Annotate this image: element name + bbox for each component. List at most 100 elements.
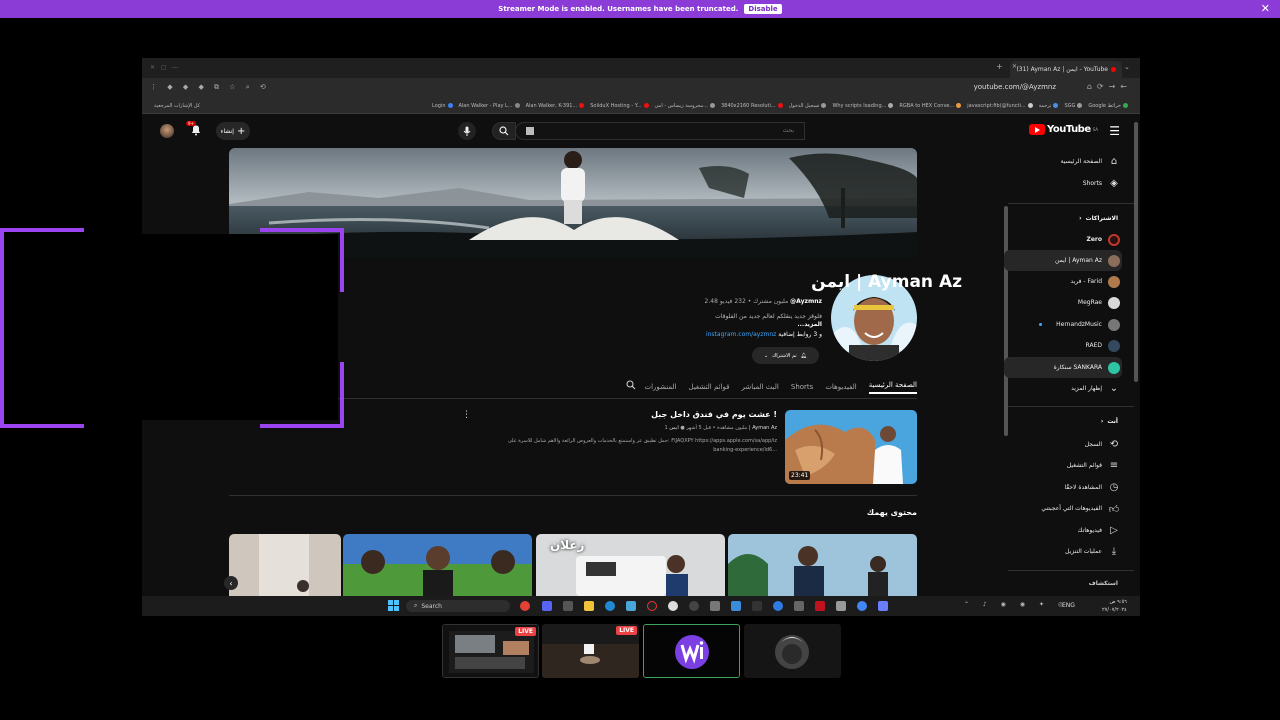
stream-thumbnail-2[interactable]: LIVE	[542, 624, 639, 678]
sidebar-item-shorts[interactable]: Shorts ◈	[1004, 173, 1122, 194]
stream-thumbnail-4[interactable]	[744, 624, 841, 678]
mic-button[interactable]	[458, 122, 476, 140]
app-icon[interactable]	[710, 601, 720, 611]
app-icon[interactable]	[689, 601, 699, 611]
app-icon[interactable]	[878, 601, 888, 611]
sidebar-sub-megrae[interactable]: MegRae	[1004, 292, 1122, 313]
app-icon[interactable]	[773, 601, 783, 611]
subscribed-button[interactable]: ⌄ تم الاشتراك 🔔︎	[752, 347, 819, 364]
stream-thumbnail-1[interactable]: LIVE	[442, 624, 539, 678]
featured-video-meta: 1 مليون مشاهدة • قبل 5 أشهر ● ايمن | Aym…	[664, 425, 777, 431]
keyboard-icon[interactable]	[526, 127, 534, 135]
sidebar-item-home[interactable]: الصفحة الرئيسية ⌂	[1004, 151, 1122, 172]
subscriptions-header[interactable]: › الاشتراكات	[1079, 215, 1118, 222]
app-icon[interactable]	[794, 601, 804, 611]
app-icon[interactable]	[815, 601, 825, 611]
sidebar-show-more[interactable]: إظهار المزيد ⌄	[1004, 378, 1122, 399]
stream-thumbnail-3[interactable]	[643, 624, 740, 678]
sidebar-sub-ayman[interactable]: ايمن | Ayman Az	[1004, 250, 1122, 271]
sidebar-item-playlists[interactable]: قوائم التشغيل ≡	[1004, 455, 1122, 476]
extension-icons[interactable]: ⋮ ◆ ◆ ◆ ⧉ ☆ ⌕ ⟲	[150, 83, 270, 92]
obs-icon[interactable]	[647, 601, 657, 611]
app-icon[interactable]	[563, 601, 573, 611]
bookmark-item[interactable]: تسجيل الدخول	[789, 103, 827, 109]
sidebar-item-history[interactable]: السجل ⟲	[1004, 434, 1122, 455]
tab-live[interactable]: البث المباشر	[741, 383, 778, 391]
windows-start-icon[interactable]	[388, 600, 399, 611]
url-field[interactable]: youtube.com/@Ayzmnz	[974, 83, 1056, 91]
sidebar-sub-farid[interactable]: فريد - Farid	[1004, 271, 1122, 292]
sidebar-scrollbar[interactable]	[1134, 122, 1138, 382]
bookmark-item[interactable]: Alan Walker - Play L...	[459, 103, 520, 109]
language-indicator[interactable]: ENG	[1062, 602, 1075, 609]
channel-handle: @Ayzmnz	[790, 298, 822, 305]
shelf-video-4[interactable]	[728, 534, 917, 596]
you-header[interactable]: › أنت	[1101, 418, 1118, 425]
clock[interactable]: ٩:٥٦ ص ٢٧/٠٧/٢٠٢٤	[1102, 598, 1127, 614]
featured-video-title[interactable]: عشت يوم في فندق داخل جبل !	[651, 410, 777, 419]
description-more-link[interactable]: ...المزيد	[797, 321, 822, 328]
chrome-icon[interactable]	[520, 601, 530, 611]
sidebar-item-watch-later[interactable]: المشاهدة لاحقًا ◷	[1004, 477, 1122, 498]
tab-shorts[interactable]: Shorts	[791, 383, 813, 391]
shelf-video-1[interactable]	[229, 534, 341, 596]
taskbar-search[interactable]: ⌕ Search	[406, 600, 510, 612]
tab-posts[interactable]: المنشورات	[645, 383, 677, 391]
tab-home[interactable]: الصفحة الرئيسية	[868, 381, 917, 394]
app-icon[interactable]	[857, 601, 867, 611]
bookmark-item[interactable]: Why scripts loading...	[832, 103, 894, 109]
bookmark-item[interactable]: SGG	[1064, 103, 1083, 109]
sidebar-sub-raed[interactable]: RAED	[1004, 335, 1122, 356]
notifications-button[interactable]: 9+	[186, 121, 202, 136]
bookmark-item[interactable]: Alan Walker, K-391...	[526, 103, 585, 109]
discord-icon[interactable]	[542, 601, 552, 611]
tab-playlists[interactable]: قوائم التشغيل	[689, 383, 730, 391]
system-tray-icons[interactable]: ⌃ ♪ ◉ ◉ ✦ ◎	[964, 601, 1069, 608]
tab-search-icon[interactable]: ⌄	[1124, 63, 1130, 71]
browser-tab-youtube[interactable]: (31) Ayman Az | ايمن - YouTube	[1010, 61, 1122, 78]
nav-buttons[interactable]: ⌂⟳→←	[1087, 82, 1132, 91]
disable-button[interactable]: Disable	[744, 4, 782, 14]
sidebar-sub-hernandz[interactable]: HernandzMusic	[1004, 314, 1122, 335]
sidebar-sub-zero[interactable]: Zero	[1004, 229, 1122, 250]
new-tab-icon[interactable]: +	[996, 62, 1003, 71]
bookmark-item[interactable]: javascript:fib(@functi...	[967, 103, 1033, 109]
video-icon: ▷	[1110, 525, 1118, 536]
instagram-link[interactable]: instagram.com/ayzmnz	[706, 331, 776, 338]
edge-icon[interactable]	[605, 601, 615, 611]
shelf-video-2[interactable]	[343, 534, 532, 596]
bookmark-item[interactable]: كل الإشارات المرجعية	[154, 103, 200, 109]
bookmark-item[interactable]: 3840x2160 Resoluti...	[721, 103, 783, 109]
featured-video-thumbnail[interactable]: 23:41	[785, 410, 917, 484]
bookmark-item[interactable]: Google خرائط	[1088, 103, 1128, 109]
app-icon[interactable]	[752, 601, 762, 611]
explorer-icon[interactable]	[584, 601, 594, 611]
bookmark-item[interactable]: ترجمة	[1039, 103, 1059, 109]
bookmark-item[interactable]: Login	[432, 103, 453, 109]
search-button[interactable]	[492, 122, 516, 140]
account-avatar[interactable]	[160, 124, 174, 138]
sidebar-item-liked[interactable]: الفيديوهات التي أعجبتني 👍︎	[1004, 498, 1122, 519]
app-icon[interactable]	[668, 601, 678, 611]
app-icon[interactable]	[731, 601, 741, 611]
window-controls[interactable]: ✕ ▢ —	[150, 64, 178, 71]
sidebar-sub-sankara[interactable]: سنكارة SANKARA	[1004, 357, 1122, 378]
tab-videos[interactable]: الفيديوهات	[825, 383, 856, 391]
channel-search-icon[interactable]	[626, 380, 636, 390]
search-input[interactable]: بحث	[515, 122, 805, 140]
create-button[interactable]: إنشاء +	[216, 122, 250, 140]
history-icon: ⟲	[1109, 439, 1119, 450]
sidebar-item-downloads[interactable]: عمليات التنزيل ⤓	[1004, 541, 1122, 562]
playlist-icon: ≡	[1109, 460, 1119, 471]
bookmark-item[interactable]: محروسة زيساس - امي...	[655, 103, 715, 109]
app-icon[interactable]	[626, 601, 636, 611]
more-options-icon[interactable]: ⋮	[462, 410, 471, 420]
bookmark-item[interactable]: RGBA to HEX Conve...	[899, 103, 962, 109]
bookmark-item[interactable]: SoliduX Hosting - Y...	[590, 103, 649, 109]
app-icon[interactable]	[836, 601, 846, 611]
sidebar-item-your-videos[interactable]: فيديوهاتك ▷	[1004, 520, 1122, 541]
shelf-video-3[interactable]: زعلان	[536, 534, 725, 596]
close-icon[interactable]: ✕	[1261, 2, 1270, 15]
shelf-prev-button[interactable]: ‹	[224, 576, 238, 590]
tab-close-icon[interactable]: ✕	[1012, 63, 1017, 70]
